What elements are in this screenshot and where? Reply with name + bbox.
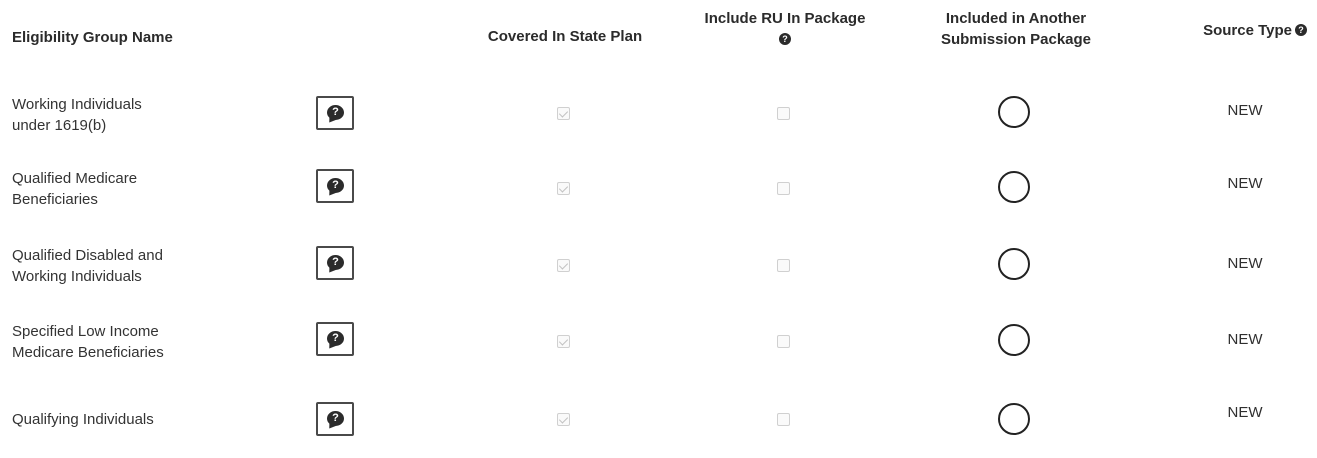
group-help-button[interactable]: ? bbox=[316, 402, 354, 436]
included-in-another-package-radio[interactable] bbox=[998, 324, 1030, 356]
eligibility-group-name-line1: Qualifying Individuals bbox=[12, 411, 154, 428]
included-in-another-package-radio[interactable] bbox=[998, 96, 1030, 128]
source-type-value: NEW bbox=[1227, 331, 1263, 348]
eligibility-group-name: Working Individuals under 1619(b) bbox=[12, 94, 252, 136]
included-in-another-package-radio[interactable] bbox=[998, 403, 1030, 435]
eligibility-group-name: Specified Low Income Medicare Beneficiar… bbox=[12, 321, 252, 363]
header-include-ru-in-package: Include RU In Package ? bbox=[674, 8, 896, 50]
eligibility-group-name-line2: Working Individuals bbox=[12, 268, 142, 285]
question-bubble-icon: ? bbox=[327, 255, 344, 270]
covered-in-state-plan-checkbox[interactable] bbox=[557, 413, 570, 426]
source-type-value: NEW bbox=[1227, 404, 1263, 421]
help-question-icon[interactable]: ? bbox=[1295, 24, 1307, 37]
group-help-button[interactable]: ? bbox=[316, 169, 354, 203]
eligibility-group-name-line2: Medicare Beneficiaries bbox=[12, 344, 164, 361]
eligibility-group-name: Qualified Disabled and Working Individua… bbox=[12, 245, 252, 287]
eligibility-group-name-line1: Qualified Disabled and bbox=[12, 247, 163, 264]
header-covered-in-state-plan: Covered In State Plan bbox=[487, 28, 643, 45]
header-eligibility-group-name: Eligibility Group Name bbox=[12, 29, 173, 46]
question-bubble-icon: ? bbox=[327, 178, 344, 193]
table-row: Specified Low Income Medicare Beneficiar… bbox=[0, 318, 1317, 378]
included-in-another-package-radio[interactable] bbox=[998, 248, 1030, 280]
eligibility-group-name-line1: Working Individuals bbox=[12, 96, 142, 113]
checkmark-icon bbox=[558, 414, 569, 424]
table-row: Qualifying Individuals ? NEW bbox=[0, 398, 1317, 458]
checkmark-icon bbox=[558, 108, 569, 118]
include-ru-in-package-checkbox[interactable] bbox=[777, 259, 790, 272]
group-help-button[interactable]: ? bbox=[316, 322, 354, 356]
source-type-value: NEW bbox=[1227, 255, 1263, 272]
include-ru-in-package-checkbox[interactable] bbox=[777, 107, 790, 120]
include-ru-in-package-checkbox[interactable] bbox=[777, 335, 790, 348]
covered-in-state-plan-checkbox[interactable] bbox=[557, 182, 570, 195]
help-question-icon[interactable]: ? bbox=[779, 33, 791, 46]
covered-in-state-plan-checkbox[interactable] bbox=[557, 107, 570, 120]
covered-in-state-plan-checkbox[interactable] bbox=[557, 335, 570, 348]
table-row: Qualified Disabled and Working Individua… bbox=[0, 242, 1317, 302]
eligibility-group-name-line2: Beneficiaries bbox=[12, 191, 98, 208]
source-type-value: NEW bbox=[1227, 175, 1263, 192]
source-type-value: NEW bbox=[1227, 102, 1263, 119]
included-in-another-package-radio[interactable] bbox=[998, 171, 1030, 203]
question-bubble-icon: ? bbox=[327, 411, 344, 426]
header-source-type-label: Source Type bbox=[1203, 22, 1292, 39]
question-bubble-icon: ? bbox=[327, 331, 344, 346]
header-included-in-another-package: Included in Another Submission Package bbox=[905, 8, 1127, 50]
header-include-ru-label: Include RU In Package bbox=[704, 10, 866, 27]
eligibility-group-name-line2: under 1619(b) bbox=[12, 117, 107, 134]
checkmark-icon bbox=[558, 260, 569, 270]
group-help-button[interactable]: ? bbox=[316, 96, 354, 130]
table-row: Working Individuals under 1619(b) ? NEW bbox=[0, 90, 1317, 150]
group-help-button[interactable]: ? bbox=[316, 246, 354, 280]
eligibility-group-name-line1: Qualified Medicare bbox=[12, 170, 138, 187]
eligibility-group-name-line1: Specified Low Income bbox=[12, 323, 159, 340]
eligibility-groups-table: Eligibility Group Name Covered In State … bbox=[0, 0, 1317, 447]
checkmark-icon bbox=[558, 183, 569, 193]
table-row: Qualified Medicare Beneficiaries ? NEW bbox=[0, 165, 1317, 225]
include-ru-in-package-checkbox[interactable] bbox=[777, 413, 790, 426]
header-another-line1: Included in Another bbox=[945, 10, 1087, 27]
header-source-type: Source Type? bbox=[1155, 20, 1307, 41]
eligibility-group-name: Qualified Medicare Beneficiaries bbox=[12, 168, 252, 210]
covered-in-state-plan-checkbox[interactable] bbox=[557, 259, 570, 272]
include-ru-in-package-checkbox[interactable] bbox=[777, 182, 790, 195]
checkmark-icon bbox=[558, 336, 569, 346]
question-bubble-icon: ? bbox=[327, 105, 344, 120]
eligibility-group-name: Qualifying Individuals bbox=[12, 409, 252, 430]
header-another-line2: Submission Package bbox=[940, 31, 1092, 48]
